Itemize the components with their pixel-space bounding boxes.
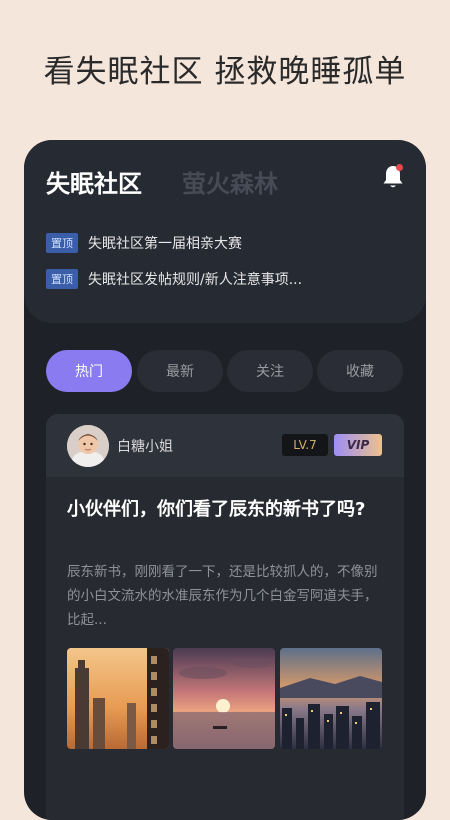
pinned-post-2[interactable]: 置顶 失眠社区发帖规则/新人注意事项... [46, 269, 302, 289]
tab-firefly-forest[interactable]: 萤火森林 [182, 164, 278, 199]
pinned-post-1[interactable]: 置顶 失眠社区第一届相亲大赛 [46, 233, 242, 253]
author-name[interactable]: 白糖小姐 [117, 436, 173, 456]
city-sunset-photo[interactable] [67, 648, 169, 749]
filter-hot[interactable]: 热门 [46, 350, 132, 392]
harbor-dusk-photo[interactable] [280, 648, 382, 749]
filter-latest[interactable]: 最新 [137, 350, 223, 392]
post-header: 白糖小姐 LV.7 VIP [46, 414, 404, 477]
notification-dot [396, 164, 403, 171]
filter-favorites[interactable]: 收藏 [317, 350, 403, 392]
pinned-badge: 置顶 [46, 269, 78, 289]
post-title[interactable]: 小伙伴们，你们看了辰东的新书了吗? [67, 496, 387, 523]
pinned-text: 失眠社区第一届相亲大赛 [88, 236, 242, 252]
pinned-badge: 置顶 [46, 233, 78, 253]
level-badge: LV.7 [282, 434, 328, 456]
pinned-text: 失眠社区发帖规则/新人注意事项... [88, 272, 303, 288]
sea-sunset-photo[interactable] [173, 648, 275, 749]
avatar[interactable] [67, 425, 109, 467]
post-card[interactable]: 白糖小姐 LV.7 VIP 小伙伴们，你们看了辰东的新书了吗? 辰东新书，刚刚看… [46, 414, 404, 820]
promo-headline: 看失眠社区 拯救晚睡孤单 [43, 54, 407, 90]
filter-following[interactable]: 关注 [227, 350, 313, 392]
baby-avatar-image [67, 425, 109, 467]
app-screen: 失眠社区 萤火森林 置顶 失眠社区第一届相亲大赛 置顶 失眠社区发帖规则/新人注… [24, 140, 426, 820]
tab-insomnia-community[interactable]: 失眠社区 [46, 164, 142, 199]
vip-badge: VIP [334, 434, 382, 456]
header-card: 失眠社区 萤火森林 置顶 失眠社区第一届相亲大赛 置顶 失眠社区发帖规则/新人注… [24, 140, 426, 323]
post-excerpt: 辰东新书，刚刚看了一下，还是比较抓人的，不像别的小白文流水的水准辰东作为几个白金… [67, 564, 378, 628]
